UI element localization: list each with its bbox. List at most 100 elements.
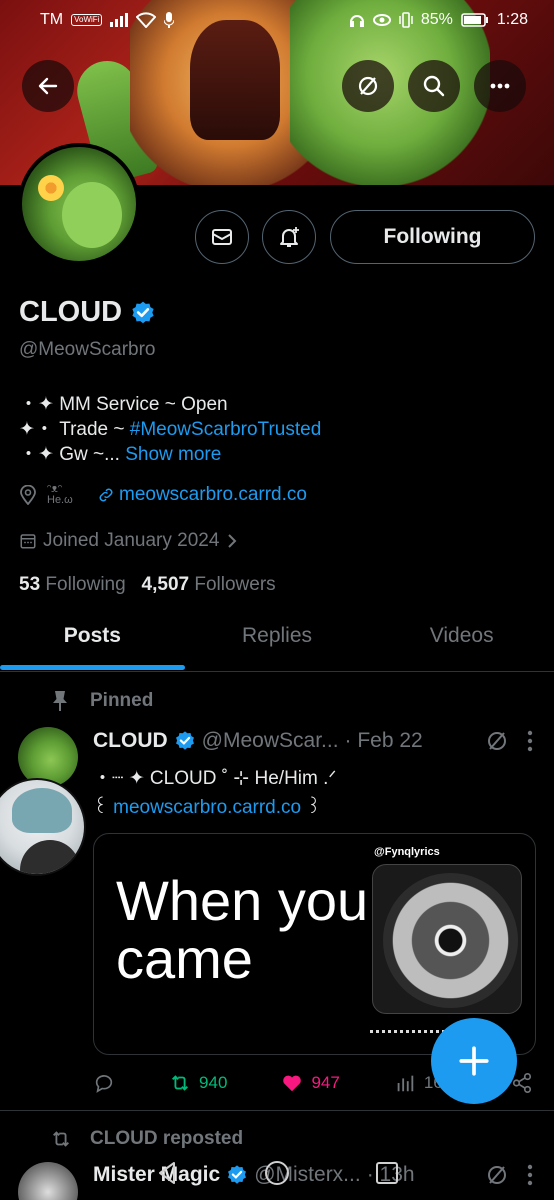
following-count: 53 xyxy=(19,574,41,595)
bio-line-1: ・✦ MM Service ~ Open xyxy=(19,394,228,415)
bio-line-3: ・✦ Gw ~... Show more xyxy=(19,442,321,467)
more-vertical-icon[interactable] xyxy=(527,730,533,752)
media-caption-line-2: came xyxy=(116,927,253,990)
tab-videos[interactable]: Videos xyxy=(369,610,554,671)
mail-icon xyxy=(212,229,232,245)
pinned-indicator: Pinned xyxy=(50,690,153,712)
profile-avatar[interactable] xyxy=(18,143,140,265)
reply-icon xyxy=(95,1075,113,1093)
carrier-label: TM xyxy=(40,11,64,28)
link-icon xyxy=(99,488,113,502)
notify-button[interactable] xyxy=(262,210,316,264)
followers-stat[interactable]: 4,507 Followers xyxy=(142,574,276,595)
media-album-art xyxy=(372,864,522,1014)
grok-button[interactable] xyxy=(342,60,394,112)
post-text-line-2-suffix: ꒱ xyxy=(301,797,322,818)
profile-name-row: CLOUD xyxy=(19,296,156,329)
back-button[interactable] xyxy=(22,60,74,112)
post-author-handle: @MeowScar... xyxy=(201,729,339,752)
post-date: · Feb 22 xyxy=(344,729,423,752)
location-pin-icon xyxy=(20,485,36,505)
profile-bio: ・✦ MM Service ~ Open ✦・ Trade ~ #MeowSca… xyxy=(19,392,321,467)
compose-post-button[interactable] xyxy=(431,1018,517,1104)
tab-posts[interactable]: Posts xyxy=(0,610,185,671)
hashtag-link[interactable]: #MeowScarbroTrusted xyxy=(130,419,321,440)
heart-icon xyxy=(283,1075,302,1092)
profile-meta-joined-row[interactable]: Joined January 2024 xyxy=(19,530,239,552)
following-label: Following xyxy=(45,574,126,595)
search-icon xyxy=(423,75,445,97)
pin-icon xyxy=(53,691,67,711)
post-header: CLOUD @MeowScar... · Feb 22 xyxy=(93,729,533,753)
following-button[interactable]: Following xyxy=(330,210,535,264)
battery-percent: 85% xyxy=(420,11,453,28)
avatar-flower xyxy=(38,175,64,201)
media-cd-image xyxy=(383,873,518,1008)
bubble-body xyxy=(20,840,80,874)
like-count: 947 xyxy=(311,1073,340,1092)
bio-line-2-text: ✦・ Trade ~ xyxy=(19,419,130,440)
followers-label: Followers xyxy=(194,574,276,595)
like-action[interactable]: 947 xyxy=(281,1072,340,1094)
media-caption-line-1: When you xyxy=(116,869,369,932)
headphones-icon xyxy=(349,15,364,27)
media-caption: When you came xyxy=(116,872,368,988)
wifi-icon xyxy=(136,12,157,28)
more-horizontal-icon xyxy=(490,83,510,89)
calendar-icon xyxy=(20,534,36,549)
active-tab-indicator xyxy=(0,665,185,670)
message-button[interactable] xyxy=(195,210,249,264)
eye-icon xyxy=(372,14,391,26)
nav-home-icon[interactable] xyxy=(262,1158,292,1188)
avatar-face xyxy=(62,182,122,248)
verified-badge-icon xyxy=(175,731,194,750)
reply-action[interactable] xyxy=(93,1072,115,1094)
profile-meta-location-row: ᵔᴥᵔ He.ω meowscarbro.carrd.co xyxy=(19,484,307,506)
system-nav-bar xyxy=(0,1145,554,1200)
vibrate-icon xyxy=(399,12,413,28)
floating-avatar-bubble[interactable] xyxy=(0,778,86,876)
plus-icon xyxy=(459,1046,489,1076)
bio-line-3-text: ・✦ Gw ~... xyxy=(19,444,120,465)
mic-icon xyxy=(164,12,175,28)
arrow-left-icon xyxy=(38,77,58,95)
tab-replies[interactable]: Replies xyxy=(185,610,370,671)
following-stat[interactable]: 53 Following xyxy=(19,574,126,595)
post-link[interactable]: meowscarbro.carrd.co xyxy=(113,797,301,818)
joined-date: Joined January 2024 xyxy=(43,530,220,551)
post-text: ・┈ ✦ CLOUD ˚ ⊹ He/Him .ᐟ ꒰ meowscarbro.c… xyxy=(93,764,336,822)
grok-icon xyxy=(358,76,378,96)
post-text-line-1: ・┈ ✦ CLOUD ˚ ⊹ He/Him .ᐟ xyxy=(93,768,337,789)
search-button[interactable] xyxy=(408,60,460,112)
bio-line-2: ✦・ Trade ~ #MeowScarbroTrusted xyxy=(19,417,321,442)
display-name: CLOUD xyxy=(19,296,123,328)
retweet-count: 940 xyxy=(199,1073,228,1092)
battery-icon xyxy=(461,13,488,27)
clock: 1:28 xyxy=(496,11,528,28)
media-credit: @Fynqlyrics xyxy=(374,846,440,858)
post-author-name[interactable]: CLOUD xyxy=(93,729,168,753)
retweet-action[interactable]: 940 xyxy=(169,1072,227,1094)
nav-recents-icon[interactable] xyxy=(372,1158,402,1188)
post-text-line-2-prefix: ꒰ xyxy=(93,797,114,818)
post-text-line-2: ꒰ meowscarbro.carrd.co ꒱ xyxy=(93,793,336,822)
grok-icon[interactable] xyxy=(485,729,509,753)
bell-plus-icon xyxy=(280,227,299,247)
location-text: ᵔᴥᵔ He.ω xyxy=(47,483,73,506)
nav-back-icon[interactable] xyxy=(152,1158,182,1188)
signal-icon xyxy=(110,13,129,27)
followers-count: 4,507 xyxy=(141,574,190,595)
verified-badge-icon[interactable] xyxy=(130,300,156,326)
profile-handle: @MeowScarbro xyxy=(19,339,156,360)
status-bar: TM VoWiFi 85% 1:28 xyxy=(0,0,554,40)
post-divider xyxy=(0,1110,554,1111)
views-bar-icon xyxy=(397,1075,414,1092)
show-more-link[interactable]: Show more xyxy=(125,444,221,465)
chevron-right-icon xyxy=(228,534,237,548)
vowifi-badge: VoWiFi xyxy=(71,14,103,26)
follow-counts: 53 Following 4,507 Followers xyxy=(19,574,276,596)
website-link[interactable]: meowscarbro.carrd.co xyxy=(119,484,307,506)
more-options-button[interactable] xyxy=(474,60,526,112)
bubble-hair xyxy=(12,788,72,833)
retweet-icon xyxy=(172,1075,189,1091)
